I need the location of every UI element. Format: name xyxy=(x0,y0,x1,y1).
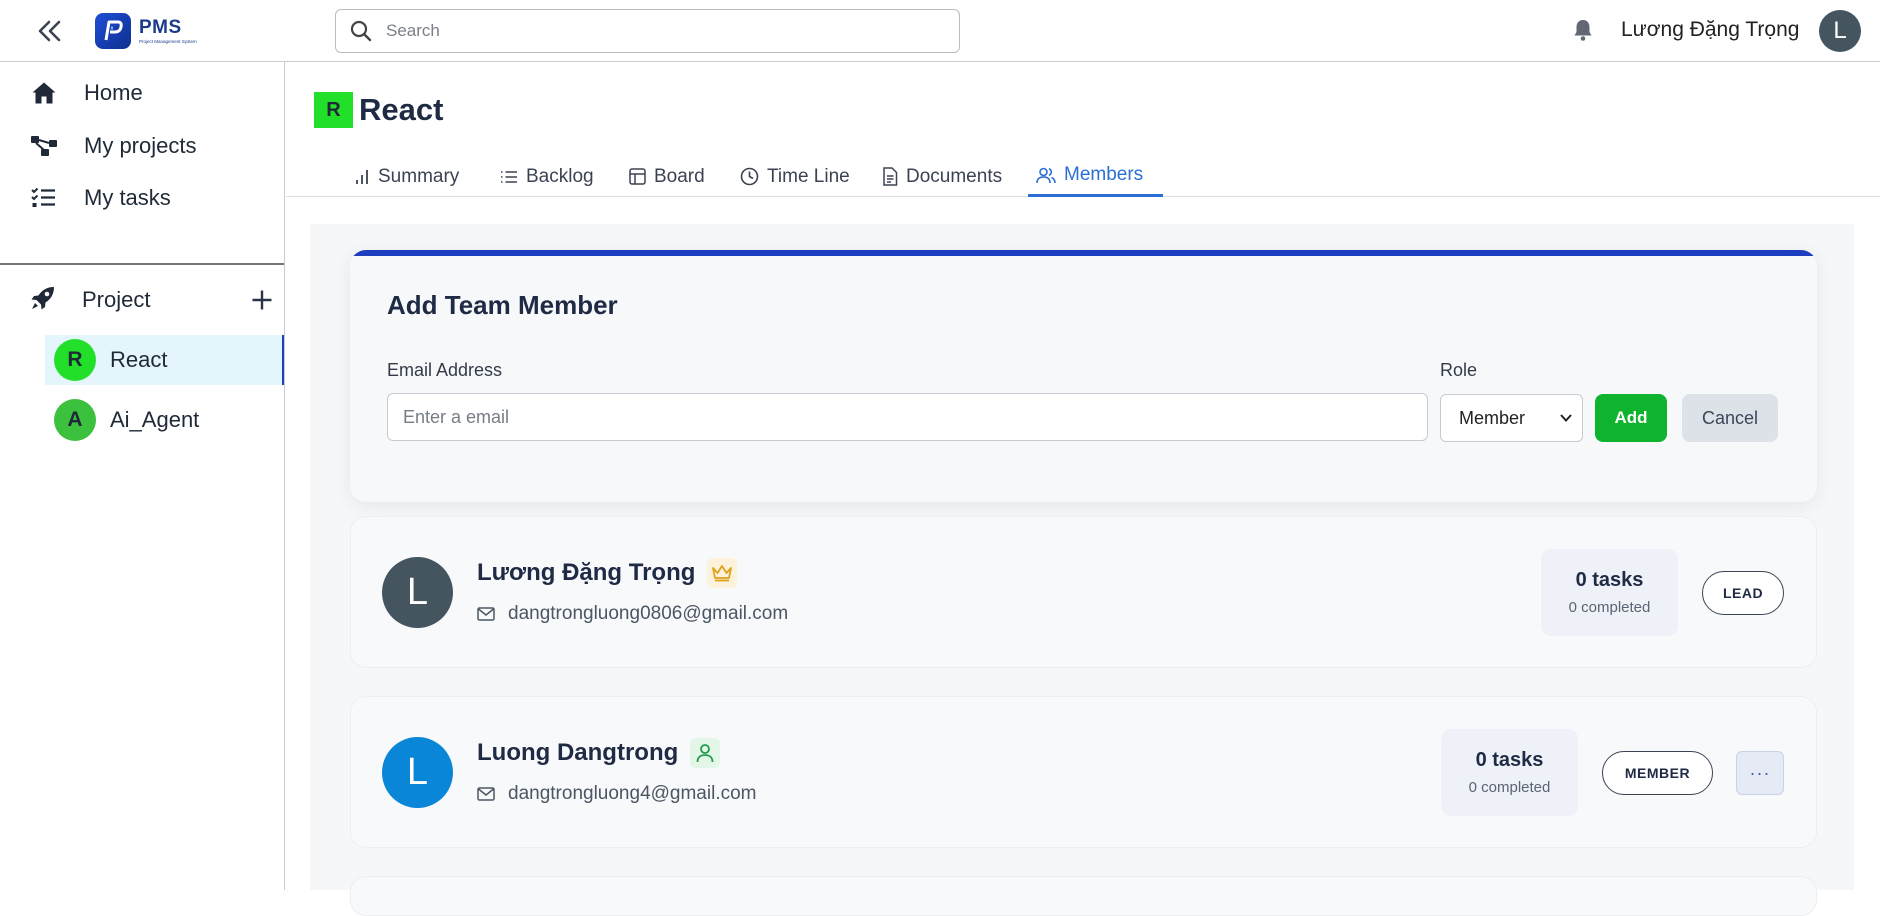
add-member-button[interactable]: Add xyxy=(1595,394,1667,442)
task-count: 0 tasks xyxy=(1475,749,1544,771)
tab-label: Summary xyxy=(378,165,460,187)
role-badge: MEMBER xyxy=(1602,751,1713,795)
member-name: Luong Dangtrong xyxy=(477,739,679,766)
mail-icon xyxy=(477,787,495,801)
tab-label: Time Line xyxy=(767,165,850,187)
top-bar: PMS Project Management System Lương Đặng… xyxy=(0,0,1880,62)
member-card xyxy=(350,876,1817,916)
project-header: R React xyxy=(314,92,443,128)
tab-timeline[interactable]: Time Line xyxy=(732,156,858,197)
task-summary: 0 tasks 0 completed xyxy=(1441,729,1578,816)
search-icon xyxy=(350,20,372,42)
member-card: L Luong Dangtrong dangtrongluong4@gmail.… xyxy=(350,696,1817,848)
project-section-header: Project xyxy=(0,278,284,322)
project-section-label: Project xyxy=(82,287,151,312)
tab-members[interactable]: Members xyxy=(1028,156,1163,197)
logo-name: PMS xyxy=(139,16,182,38)
logo-subtitle: Project Management System xyxy=(139,38,197,44)
home-icon xyxy=(30,79,58,107)
tab-label: Documents xyxy=(906,165,1003,187)
collapse-sidebar-button[interactable] xyxy=(34,15,66,47)
role-select[interactable]: Member xyxy=(1440,394,1583,442)
project-label: React xyxy=(110,347,168,372)
clock-icon xyxy=(740,167,759,186)
sidebar: Home My projects My tasks Project R Reac… xyxy=(0,62,285,890)
project-avatar: R xyxy=(54,339,96,381)
notification-bell-button[interactable] xyxy=(1572,18,1596,42)
tasks-icon xyxy=(30,184,58,212)
project-avatar: A xyxy=(54,399,96,441)
task-completed: 0 completed xyxy=(1568,599,1651,616)
sidebar-item-label: My projects xyxy=(84,133,197,158)
tab-backlog[interactable]: Backlog xyxy=(492,156,602,197)
rocket-icon xyxy=(30,285,56,316)
role-select-value: Member xyxy=(1459,407,1526,428)
bell-icon xyxy=(1574,20,1592,41)
tab-label: Members xyxy=(1064,164,1144,185)
users-icon xyxy=(1036,167,1056,183)
member-avatar: L xyxy=(382,737,453,808)
page-title: React xyxy=(359,92,444,127)
list-icon xyxy=(501,170,517,183)
project-label: Ai_Agent xyxy=(110,407,200,432)
role-badge: LEAD xyxy=(1702,571,1784,615)
tab-board[interactable]: Board xyxy=(621,156,713,197)
sidebar-item-home[interactable]: Home xyxy=(0,71,284,115)
sidebar-item-my-tasks[interactable]: My tasks xyxy=(0,176,284,220)
crown-icon xyxy=(707,558,738,588)
add-member-card: Add Team Member Email Address Role Membe… xyxy=(350,250,1817,502)
tab-label: Backlog xyxy=(526,165,594,187)
role-label: Role xyxy=(1440,360,1478,380)
member-name: Lương Đặng Trọng xyxy=(477,559,696,586)
sidebar-item-label: Home xyxy=(84,80,143,105)
mail-icon xyxy=(477,607,495,621)
board-icon xyxy=(629,168,646,185)
add-project-button[interactable] xyxy=(248,286,276,314)
member-avatar: L xyxy=(382,557,453,628)
bar-chart-icon xyxy=(356,169,368,184)
project-tabs: Summary Backlog Board Time Line Document… xyxy=(286,156,1880,197)
plus-icon xyxy=(252,290,272,310)
search-bar[interactable] xyxy=(335,9,960,53)
user-icon xyxy=(690,738,721,768)
task-completed: 0 completed xyxy=(1468,779,1551,796)
chevron-down-icon xyxy=(1560,414,1572,422)
member-more-button[interactable]: ··· xyxy=(1736,751,1784,795)
sidebar-project-ai-agent[interactable]: A Ai_Agent xyxy=(45,395,284,445)
sidebar-project-react[interactable]: R React xyxy=(45,335,284,385)
user-name[interactable]: Lương Đặng Trọng xyxy=(1621,18,1799,42)
email-label: Email Address xyxy=(387,360,503,380)
search-input[interactable] xyxy=(386,21,926,41)
cancel-button[interactable]: Cancel xyxy=(1682,394,1778,442)
sidebar-item-label: My tasks xyxy=(84,185,171,210)
logo-mark-icon xyxy=(95,13,131,49)
tab-label: Board xyxy=(654,165,705,187)
sidebar-divider xyxy=(0,263,284,265)
add-member-title: Add Team Member xyxy=(387,290,618,320)
tab-documents[interactable]: Documents xyxy=(874,156,1010,197)
task-summary: 0 tasks 0 completed xyxy=(1541,549,1678,636)
app-logo[interactable]: PMS Project Management System xyxy=(95,13,197,49)
projects-icon xyxy=(30,132,58,160)
member-email: dangtrongluong4@gmail.com xyxy=(508,783,757,804)
project-icon: R xyxy=(314,92,353,128)
member-card: L Lương Đặng Trọng dangtrongluong0806@gm… xyxy=(350,516,1817,668)
task-count: 0 tasks xyxy=(1575,569,1644,591)
document-icon xyxy=(883,167,898,186)
tab-summary[interactable]: Summary xyxy=(346,156,467,197)
email-field[interactable] xyxy=(387,393,1428,441)
user-avatar[interactable]: L xyxy=(1819,10,1861,52)
sidebar-item-my-projects[interactable]: My projects xyxy=(0,124,284,168)
member-email: dangtrongluong0806@gmail.com xyxy=(508,603,789,624)
chevrons-left-icon xyxy=(38,20,61,42)
